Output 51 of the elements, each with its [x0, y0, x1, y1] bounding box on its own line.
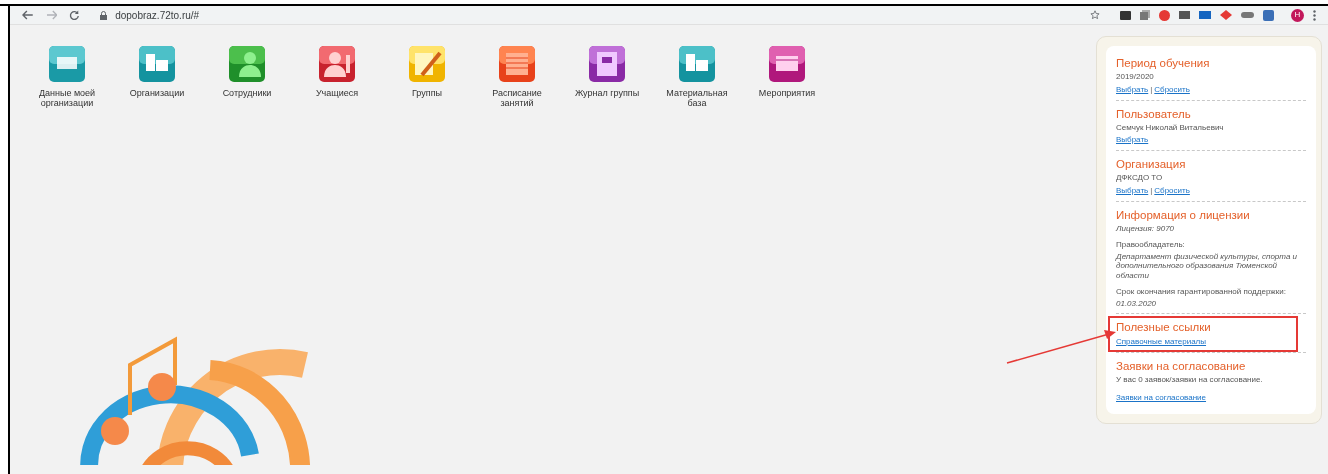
- sidebar-link[interactable]: Выбрать: [1116, 83, 1149, 95]
- people-icon[interactable]: [228, 45, 266, 83]
- tile-link[interactable]: Данные моей организации: [34, 88, 100, 108]
- link-separator: |: [1150, 83, 1153, 95]
- menu-icon[interactable]: [1313, 9, 1316, 21]
- profile-avatar[interactable]: Н: [1291, 8, 1304, 22]
- section-heading: Организация: [1116, 157, 1187, 171]
- tile-link[interactable]: Расписание занятий: [484, 88, 550, 108]
- tile-link[interactable]: Группы: [394, 88, 460, 98]
- info-text: 01.03.2020: [1116, 298, 1158, 308]
- buildings-icon[interactable]: [678, 45, 716, 83]
- star-icon[interactable]: [1090, 10, 1100, 20]
- person-pencil-icon[interactable]: [318, 45, 356, 83]
- section-heading: Информация о лицензии: [1116, 207, 1251, 222]
- info-text: Правообладатель:: [1116, 240, 1186, 250]
- info-text: Департамент физической культуры, спорта и дополнительного образования Тюменской области: [1116, 251, 1298, 280]
- tile-link[interactable]: Материальная база: [664, 88, 730, 108]
- link-separator: |: [1150, 184, 1153, 196]
- sidebar-link[interactable]: Сбросить: [1154, 184, 1190, 196]
- tile-link[interactable]: Сотрудники: [214, 88, 280, 98]
- buildings-icon[interactable]: [138, 45, 176, 83]
- calendar-icon[interactable]: [768, 45, 806, 83]
- info-text: У вас 0 заявок/заявки на согласование.: [1116, 375, 1264, 385]
- info-text: Семчук Николай Витальевич: [1116, 122, 1225, 132]
- tile-link[interactable]: Журнал группы: [574, 88, 640, 98]
- tile-link[interactable]: Учащиеся: [304, 88, 370, 98]
- tile-link[interactable]: Мероприятия: [754, 88, 820, 98]
- extension-icon[interactable]: [1179, 10, 1190, 20]
- section-heading: Период обучения: [1116, 56, 1211, 70]
- sidebar-link[interactable]: Сбросить: [1154, 83, 1190, 95]
- extension-icon[interactable]: [1120, 10, 1131, 20]
- film-pencil-icon[interactable]: [408, 45, 446, 83]
- sidebar-link[interactable]: Выбрать: [1116, 134, 1149, 145]
- back-icon[interactable]: [22, 10, 34, 20]
- sidebar-link[interactable]: Справочные материалы: [1116, 336, 1207, 347]
- tile-link[interactable]: Организации: [124, 88, 190, 98]
- building-icon[interactable]: [48, 45, 86, 83]
- url-text: dopobraz.72to.ru/#: [115, 8, 200, 23]
- section-heading: Пользователь: [1116, 106, 1192, 121]
- info-text: ДФКСДО ТО: [1116, 173, 1164, 183]
- reload-icon[interactable]: [69, 9, 81, 21]
- sidebar-link[interactable]: Выбрать: [1116, 184, 1149, 196]
- info-text: 2019/2020: [1116, 72, 1155, 82]
- info-text: Срок окончания гарантированной поддержки:: [1116, 287, 1287, 297]
- lined-sheet-icon[interactable]: [498, 45, 536, 83]
- section-heading: Заявки на согласование: [1116, 359, 1247, 373]
- notebook-icon[interactable]: [588, 45, 626, 83]
- sidebar-link[interactable]: Заявки на согласование: [1116, 391, 1207, 403]
- lock-icon: [100, 10, 108, 20]
- info-text: Лицензия: 9070: [1116, 223, 1176, 233]
- section-heading: Полезные ссылки: [1116, 320, 1212, 334]
